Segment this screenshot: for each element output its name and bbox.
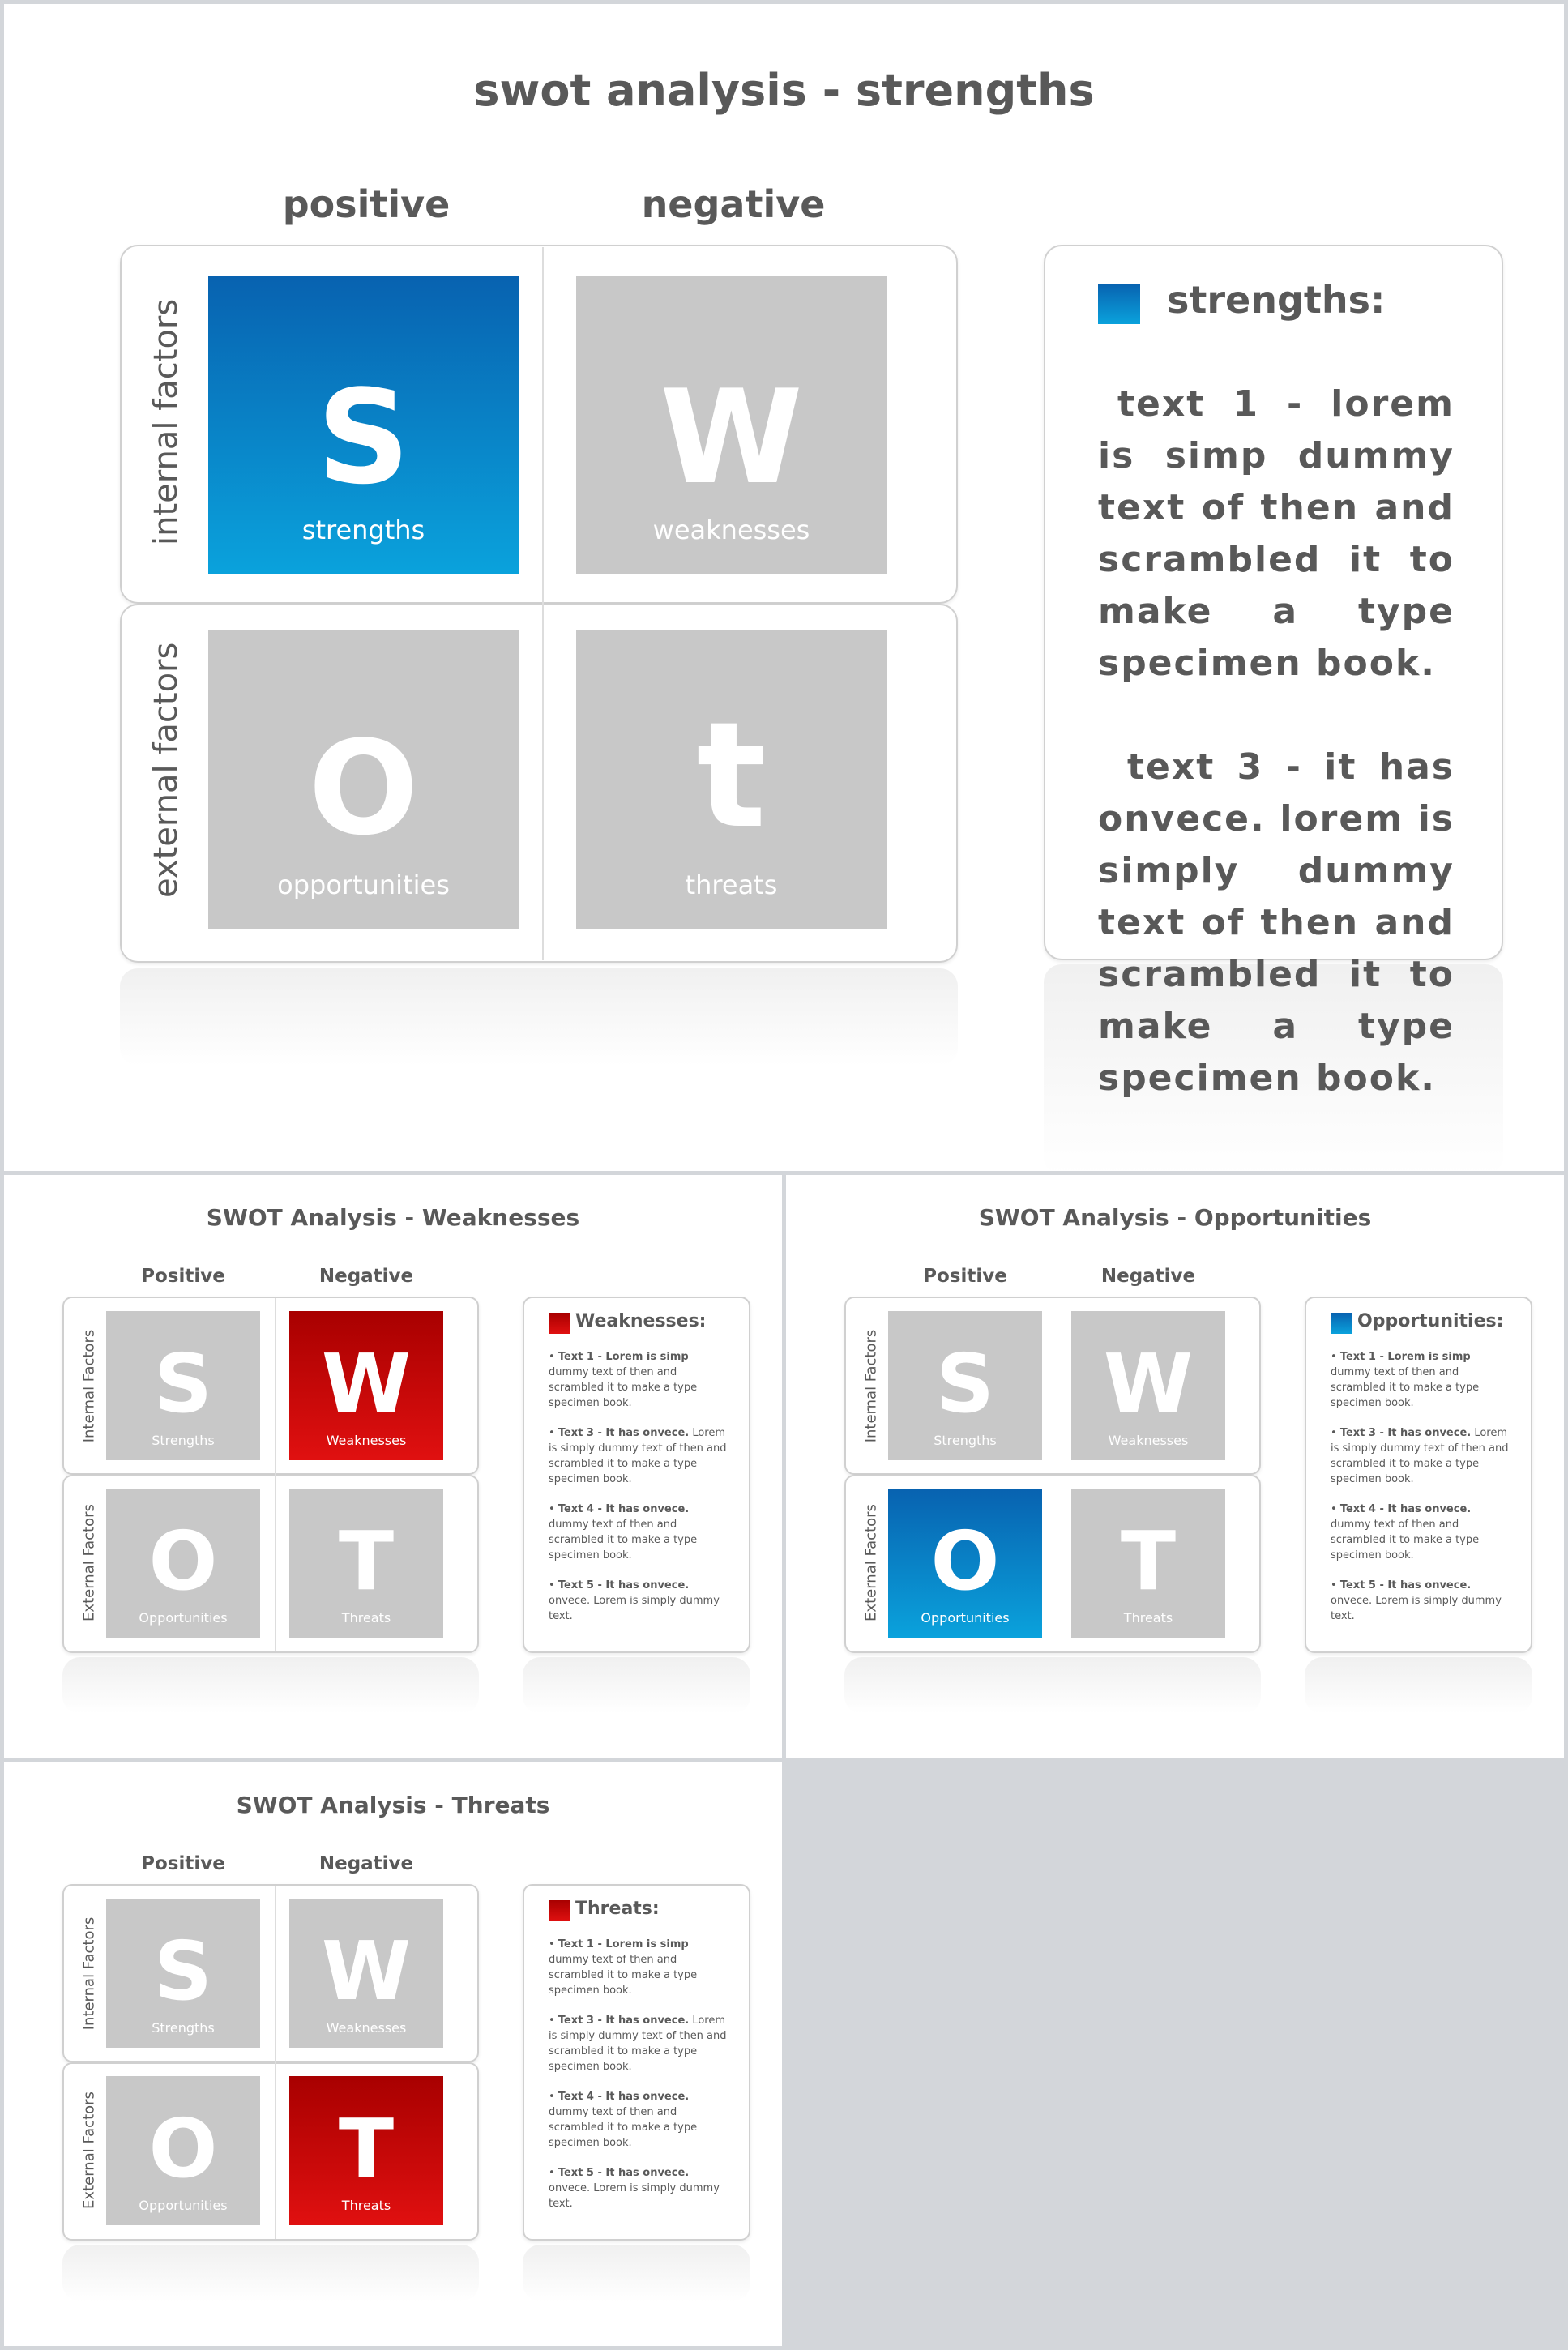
- slide-weaknesses: SWOT Analysis - Weaknesses Positive Nega…: [4, 1175, 782, 1758]
- bullet: • Text 3 - It has onvece. Lorem is simpl…: [549, 1427, 727, 1485]
- col-positive: positive: [282, 182, 451, 226]
- label-external: External Factors: [80, 2092, 98, 2209]
- bullet: • Text 4 - It has onvece. dummy text of …: [1331, 1503, 1480, 1562]
- tile-strengths[interactable]: S Strengths: [888, 1311, 1042, 1460]
- tile-strengths[interactable]: Sstrengths: [208, 276, 519, 574]
- tile-weaknesses[interactable]: W Weaknesses: [289, 1899, 443, 2048]
- bullet: • Text 5 - It has onvece. onvece. Lorem …: [549, 2167, 720, 2210]
- reflection: [62, 1657, 479, 1714]
- bullet: • Text 4 - It has onvece. dummy text of …: [549, 2091, 698, 2149]
- col-positive: Positive: [141, 1853, 225, 1874]
- panel-reflection: [1305, 1657, 1532, 1714]
- slide-title: swot analysis - strengths: [473, 65, 1095, 116]
- bullet: • Text 3 - It has onvece. Lorem is simpl…: [1331, 1427, 1509, 1485]
- divider: [275, 1298, 276, 1651]
- label-internal: internal factors: [147, 298, 185, 545]
- label-internal: Internal Factors: [862, 1329, 880, 1443]
- col-negative: Negative: [318, 1853, 414, 1874]
- label-internal: Internal Factors: [80, 1329, 98, 1443]
- label-internal: Internal Factors: [80, 1916, 98, 2031]
- panel-text: • Text 1 - Lorem is simp dummy text of t…: [1331, 1349, 1510, 1639]
- panel-reflection: [523, 2245, 750, 2301]
- tile-opportunities[interactable]: O Opportunities: [888, 1489, 1042, 1638]
- slide-title: SWOT Analysis - Weaknesses: [206, 1204, 580, 1231]
- panel-swatch: [549, 1313, 570, 1334]
- panel-swatch: [1331, 1313, 1352, 1334]
- col-negative: negative: [641, 182, 826, 226]
- col-positive: Positive: [141, 1266, 225, 1287]
- tile-strengths[interactable]: S Strengths: [106, 1899, 260, 2048]
- tile-opportunities[interactable]: O Opportunities: [106, 1489, 260, 1638]
- col-positive: Positive: [923, 1266, 1007, 1287]
- reflection: [62, 2245, 479, 2301]
- panel-text: • Text 1 - Lorem is simp dummy text of t…: [549, 1937, 728, 2226]
- tile-strengths[interactable]: S Strengths: [106, 1311, 260, 1460]
- slide-threats: SWOT Analysis - Threats Positive Negativ…: [4, 1762, 782, 2346]
- divider: [275, 1886, 276, 2239]
- tile-opportunities[interactable]: Oopportunities: [208, 630, 519, 929]
- panel-swatch: [549, 1900, 570, 1921]
- bullet: • Text 4 - It has onvece. dummy text of …: [549, 1503, 698, 1562]
- label-external: External Factors: [80, 1504, 98, 1622]
- tile-threats[interactable]: T Threats: [289, 2076, 443, 2225]
- tile-weaknesses[interactable]: Wweaknesses: [576, 276, 887, 574]
- panel-reflection: [523, 1657, 750, 1714]
- col-negative: Negative: [318, 1266, 414, 1287]
- slide-title: SWOT Analysis - Threats: [236, 1792, 550, 1818]
- bullet: • Text 5 - It has onvece. onvece. Lorem …: [1331, 1579, 1502, 1622]
- tile-threats[interactable]: t threats: [576, 630, 887, 929]
- panel-text: text 1 - lorem is simp dummy text of the…: [1098, 383, 1455, 1099]
- strengths-swatch: [1098, 284, 1140, 324]
- label-external: external factors: [147, 642, 185, 898]
- tile-threats[interactable]: T Threats: [289, 1489, 443, 1638]
- tile-weaknesses[interactable]: W Weaknesses: [1071, 1311, 1225, 1460]
- panel-title: strengths:: [1167, 278, 1386, 322]
- reflection: [844, 1657, 1261, 1714]
- bullet: • Text 3 - It has onvece. Lorem is simpl…: [549, 2015, 727, 2073]
- panel-title: Opportunities:: [1357, 1311, 1504, 1331]
- bullet: • Text 1 - Lorem is simp dummy text of t…: [549, 1938, 698, 1997]
- col-negative: Negative: [1100, 1266, 1196, 1287]
- bullet: • Text 1 - Lorem is simp dummy text of t…: [1331, 1351, 1480, 1409]
- panel-title: Weaknesses:: [575, 1311, 707, 1331]
- slide-title: SWOT Analysis - Opportunities: [978, 1204, 1372, 1231]
- divider: [542, 247, 544, 960]
- panel-text: • Text 1 - Lorem is simp dummy text of t…: [549, 1349, 728, 1639]
- bullet: • Text 1 - Lorem is simp dummy text of t…: [549, 1351, 698, 1409]
- tile-weaknesses[interactable]: W Weaknesses: [289, 1311, 443, 1460]
- label-external: External Factors: [862, 1504, 880, 1622]
- tile-threats[interactable]: T Threats: [1071, 1489, 1225, 1638]
- reflection: [120, 968, 958, 1066]
- panel-title: Threats:: [575, 1899, 660, 1919]
- tile-opportunities[interactable]: O Opportunities: [106, 2076, 260, 2225]
- bullet: • Text 5 - It has onvece. onvece. Lorem …: [549, 1579, 720, 1622]
- slide-opportunities: SWOT Analysis - Opportunities Positive N…: [786, 1175, 1564, 1758]
- slide-strengths: swot analysis - strengths positive negat…: [4, 4, 1564, 1171]
